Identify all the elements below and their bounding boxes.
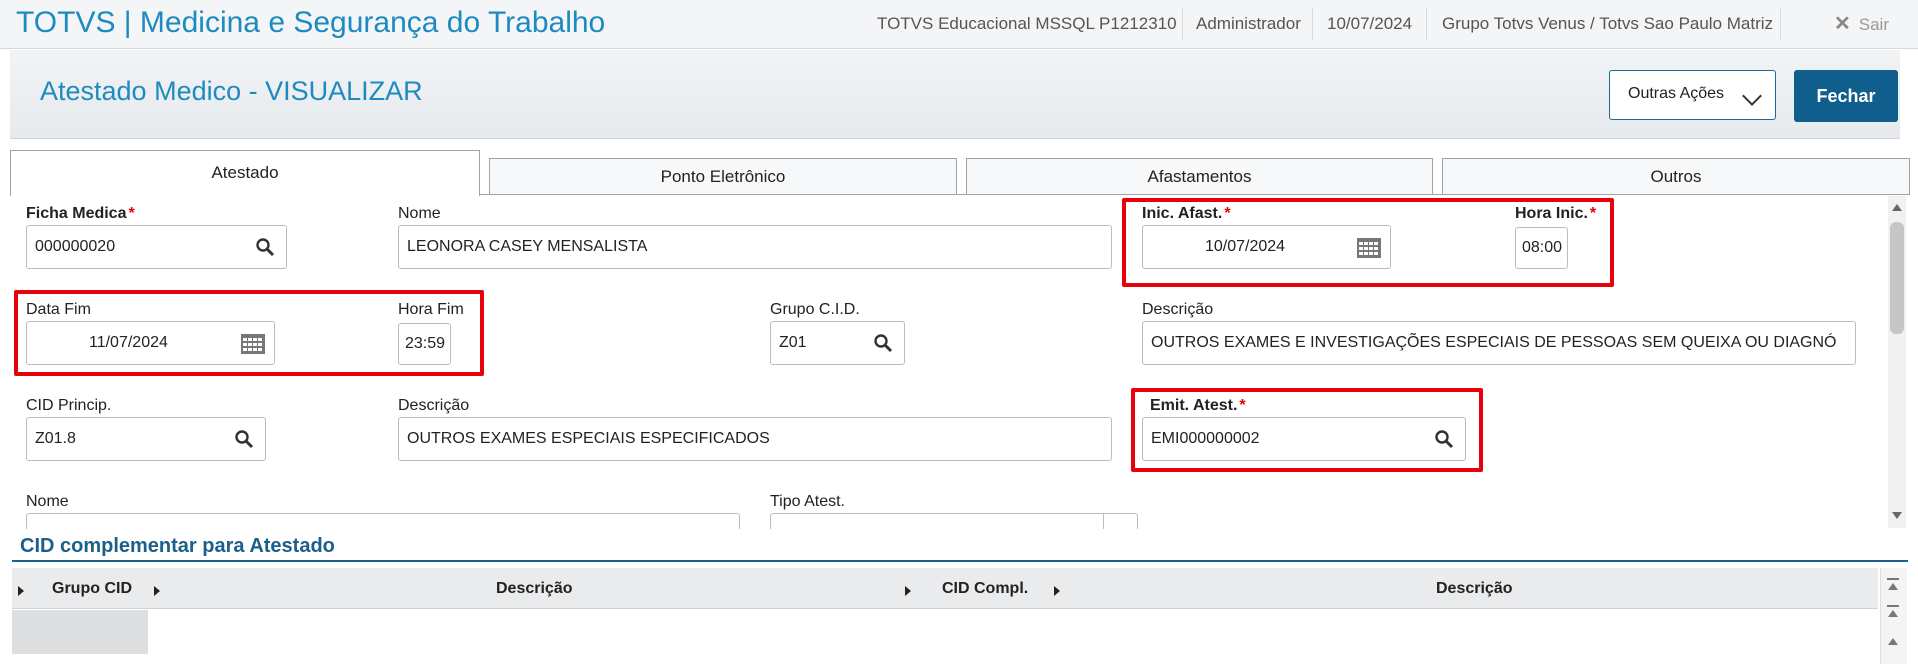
scroll-up-icon[interactable] [1888, 583, 1898, 590]
column-cid-compl[interactable]: CID Compl. [942, 580, 1028, 598]
scroll-top-icon[interactable] [1887, 578, 1899, 580]
column-descricao-compl[interactable]: Descrição [1436, 580, 1513, 598]
tipo-atest-label: Tipo Atest. [770, 493, 845, 510]
ficha-medica-value: 000000020 [35, 238, 116, 255]
exit-label: Sair [1858, 15, 1889, 34]
scroll-down-icon[interactable] [1892, 512, 1902, 519]
column-menu-icon[interactable] [154, 586, 160, 596]
column-menu-icon[interactable] [18, 586, 24, 596]
separator [1426, 8, 1427, 40]
descricao-grupo-label: Descrição [1142, 301, 1214, 318]
descricao-grupo-field[interactable]: OUTROS EXAMES E INVESTIGAÇÕES ESPECIAIS … [1142, 321, 1856, 365]
descricao-cid-field[interactable]: OUTROS EXAMES ESPECIAIS ESPECIFICADOS [398, 417, 1112, 461]
cid-princip-value: Z01.8 [35, 430, 76, 447]
close-button[interactable]: Fechar [1794, 70, 1898, 122]
chevron-down-icon [1742, 86, 1762, 106]
cid-princip-label: CID Princip. [26, 397, 112, 414]
separator [1780, 8, 1781, 40]
environment-label: TOTVS Educacional MSSQL P1212310 [877, 14, 1177, 33]
nome-field[interactable]: LEONORA CASEY MENSALISTA [398, 225, 1112, 269]
descricao-cid-label: Descrição [398, 397, 470, 414]
column-grupo-cid[interactable]: Grupo CID [52, 580, 132, 598]
page-title: Atestado Medico - VISUALIZAR [40, 76, 423, 106]
highlight-box [1122, 198, 1614, 287]
highlight-box [1131, 388, 1483, 472]
ficha-medica-label: Ficha Medica * [26, 205, 135, 222]
highlight-box [14, 290, 484, 376]
grupo-cid-value: Z01 [779, 334, 807, 351]
scroll-up-icon[interactable] [1888, 610, 1898, 617]
column-descricao[interactable]: Descrição [496, 580, 573, 598]
cid-princip-field[interactable]: Z01.8 [26, 417, 266, 461]
close-icon: ✕ [1834, 13, 1851, 35]
other-actions-button[interactable]: Outras Ações [1609, 70, 1776, 120]
scroll-up-icon[interactable] [1892, 204, 1902, 211]
user-label: Administrador [1196, 14, 1301, 33]
search-icon[interactable] [234, 429, 254, 449]
grid-cell[interactable] [12, 610, 148, 654]
search-icon[interactable] [255, 237, 275, 257]
tab-afastamentos[interactable]: Afastamentos [966, 158, 1433, 194]
nome-label: Nome [398, 205, 441, 222]
ficha-medica-field[interactable]: 000000020 [26, 225, 287, 269]
date-label: 10/07/2024 [1327, 14, 1413, 33]
grupo-cid-field[interactable]: Z01 [770, 321, 905, 365]
tab-outros[interactable]: Outros [1442, 158, 1910, 194]
nome-value: LEONORA CASEY MENSALISTA [407, 238, 648, 255]
search-icon[interactable] [873, 333, 893, 353]
descricao-cid-value: OUTROS EXAMES ESPECIAIS ESPECIFICADOS [407, 430, 770, 447]
tab-atestado[interactable]: Atestado [10, 150, 480, 196]
separator [1312, 8, 1313, 40]
scrollbar-thumb[interactable] [1890, 222, 1904, 334]
descricao-grupo-value: OUTROS EXAMES E INVESTIGAÇÕES ESPECIAIS … [1151, 334, 1837, 351]
nome2-label: Nome [26, 493, 69, 510]
column-menu-icon[interactable] [905, 586, 911, 596]
grupo-cid-label: Grupo C.I.D. [770, 301, 860, 318]
company-label: Grupo Totvs Venus / Totvs Sao Paulo Matr… [1442, 14, 1774, 33]
nome2-field[interactable] [26, 513, 740, 529]
app-title: TOTVS | Medicina e Segurança do Trabalho [16, 6, 606, 39]
separator [1182, 8, 1183, 40]
column-menu-icon[interactable] [1054, 586, 1060, 596]
exit-button[interactable]: ✕ Sair [1834, 0, 1889, 48]
section-divider [12, 560, 1908, 562]
cid-section-title: CID complementar para Atestado [20, 535, 335, 557]
tipo-atest-select[interactable] [770, 513, 1138, 529]
tab-ponto-eletronico[interactable]: Ponto Eletrônico [489, 158, 957, 194]
other-actions-label: Outras Ações [1628, 85, 1725, 102]
scroll-up-icon[interactable] [1888, 638, 1898, 645]
scroll-page-up-icon[interactable] [1887, 605, 1899, 607]
